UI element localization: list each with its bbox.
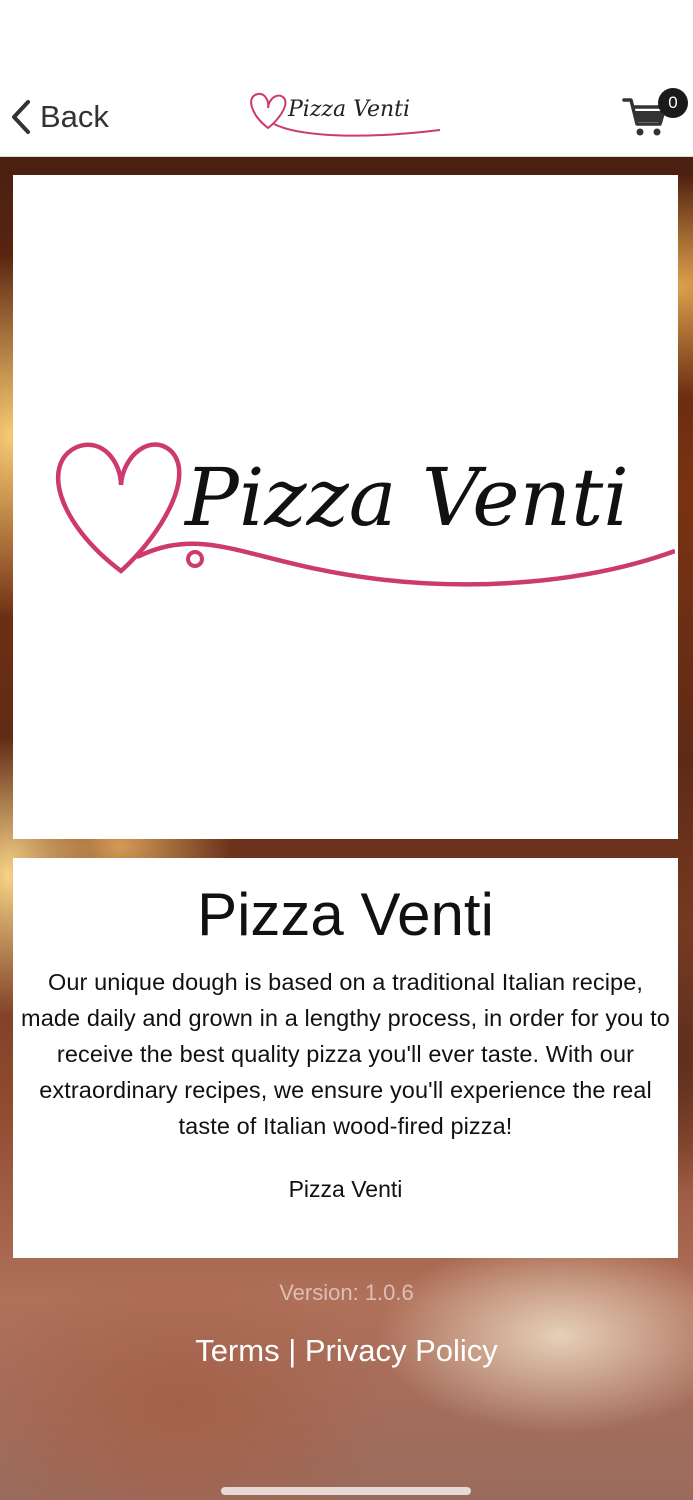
- terms-link[interactable]: Terms: [195, 1333, 279, 1368]
- brand-logo-large: Pizza Venti: [55, 442, 675, 587]
- home-indicator[interactable]: [221, 1487, 471, 1495]
- svg-text:Pizza Venti: Pizza Venti: [183, 451, 629, 544]
- chevron-left-icon: [12, 100, 30, 134]
- brand-logo: Pizza Venti: [250, 92, 441, 137]
- svg-text:Pizza Venti: Pizza Venti: [287, 97, 410, 122]
- link-separator: |: [279, 1333, 305, 1368]
- privacy-policy-link[interactable]: Privacy Policy: [305, 1333, 498, 1368]
- logo-card: Pizza Venti: [13, 175, 678, 839]
- footer-links: Terms | Privacy Policy: [0, 1333, 693, 1369]
- about-description: Our unique dough is based on a tradition…: [21, 969, 670, 1139]
- about-title: Pizza Venti: [197, 881, 494, 948]
- back-label: Back: [40, 99, 109, 134]
- about-card: Pizza Venti Our unique dough is based on…: [13, 858, 678, 1258]
- cart-button[interactable]: 0: [622, 88, 688, 142]
- version-label: Version: 1.0.6: [279, 1280, 414, 1305]
- top-navigation-bar: Back Pizza Venti 0: [0, 0, 693, 157]
- about-signature: Pizza Venti: [288, 1176, 403, 1202]
- back-button[interactable]: Back: [10, 96, 109, 138]
- cart-count-badge: 0: [658, 88, 688, 118]
